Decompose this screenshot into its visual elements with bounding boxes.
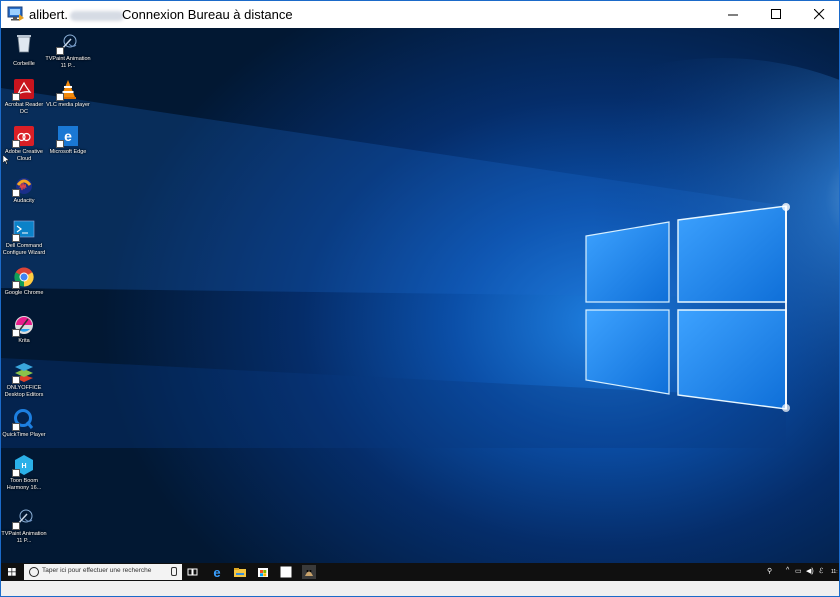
volume-icon[interactable]: ◀) bbox=[806, 567, 814, 575]
desktop-icon-quicktime[interactable]: QuickTime Player bbox=[1, 408, 47, 439]
shortcut-arrow-icon bbox=[12, 234, 20, 242]
shortcut-arrow-icon bbox=[12, 469, 20, 477]
desktop-icon-dell-command[interactable]: Dell Command Configure Wizard bbox=[1, 219, 47, 257]
maximize-button[interactable] bbox=[754, 1, 798, 28]
store-icon[interactable] bbox=[256, 565, 270, 579]
shortcut-arrow-icon bbox=[12, 376, 20, 384]
start-button[interactable] bbox=[1, 563, 23, 581]
window-title-host: alibert. bbox=[29, 7, 125, 22]
close-button[interactable] bbox=[797, 1, 839, 28]
redacted-hostname bbox=[70, 10, 125, 21]
desktop-icon-chrome[interactable]: Google Chrome bbox=[1, 266, 47, 297]
desktop-icon-toonboom[interactable]: H Toon Boom Harmony 16... bbox=[1, 454, 47, 492]
search-placeholder: Taper ici pour effectuer une recherche bbox=[42, 567, 152, 574]
minimize-button[interactable] bbox=[711, 1, 755, 28]
windows-start-icon bbox=[8, 568, 16, 576]
shortcut-arrow-icon bbox=[12, 189, 20, 197]
language-icon[interactable]: ℰ bbox=[819, 567, 823, 575]
minimize-icon bbox=[728, 14, 738, 16]
shortcut-arrow-icon bbox=[12, 93, 20, 101]
microphone-icon[interactable] bbox=[171, 567, 177, 576]
gimp-icon[interactable] bbox=[302, 565, 316, 579]
svg-text:e: e bbox=[64, 128, 72, 144]
desktop-icon-tvpaint[interactable]: TVPaint Animation 11 P... bbox=[45, 32, 91, 70]
close-icon bbox=[814, 9, 825, 20]
shortcut-arrow-icon bbox=[56, 140, 64, 148]
taskbar: Taper ici pour effectuer une recherche e… bbox=[1, 563, 839, 581]
desktop-icon-recycle-bin[interactable]: Corbeille bbox=[1, 32, 47, 68]
network-icon[interactable]: ▭ bbox=[795, 567, 802, 575]
blank-app-icon[interactable] bbox=[279, 565, 293, 579]
desktop-icon-vlc[interactable]: VLC media player bbox=[45, 78, 91, 109]
shortcut-arrow-icon bbox=[56, 93, 64, 101]
desktop-icon-acrobat[interactable]: Acrobat Reader DC bbox=[1, 78, 47, 116]
desktop-icon-tvpaint-2[interactable]: TVPaint Animation 11 P... bbox=[1, 507, 47, 545]
title-bar[interactable]: alibert. Connexion Bureau à distance bbox=[1, 1, 839, 28]
remote-desktop-window: alibert. Connexion Bureau à distance Cor… bbox=[0, 0, 840, 597]
desktop-icon-onlyoffice[interactable]: ONLYOFFICE Desktop Editors bbox=[1, 361, 47, 399]
shortcut-arrow-icon bbox=[12, 423, 20, 431]
shortcut-arrow-icon bbox=[12, 140, 20, 148]
horizontal-scrollbar[interactable] bbox=[1, 581, 839, 596]
desktop-icon-krita[interactable]: Krita bbox=[1, 314, 47, 345]
svg-text:e: e bbox=[213, 565, 220, 579]
desktop-icon-audacity[interactable]: Audacity bbox=[1, 174, 47, 205]
people-icon[interactable]: ⚲ bbox=[767, 567, 772, 575]
recycle-bin-icon bbox=[17, 35, 31, 53]
taskbar-search-box[interactable]: Taper ici pour effectuer une recherche bbox=[24, 564, 182, 580]
windows-logo-wallpaper bbox=[1, 58, 839, 458]
tray-chevron-up-icon[interactable]: ^ bbox=[786, 567, 789, 574]
desktop-icon-edge[interactable]: e Microsoft Edge bbox=[45, 125, 91, 156]
shortcut-arrow-icon bbox=[12, 329, 20, 337]
shortcut-arrow-icon bbox=[56, 47, 64, 55]
shortcut-arrow-icon bbox=[12, 522, 20, 530]
cortana-icon bbox=[29, 567, 39, 577]
task-view-icon[interactable] bbox=[186, 565, 200, 579]
edge-icon[interactable]: e bbox=[210, 565, 224, 579]
maximize-icon bbox=[771, 9, 781, 19]
mouse-cursor-icon bbox=[3, 155, 10, 165]
file-explorer-icon[interactable] bbox=[233, 565, 247, 579]
tray-clock[interactable]: 11: bbox=[831, 569, 838, 575]
window-title: Connexion Bureau à distance bbox=[122, 7, 293, 22]
shortcut-arrow-icon bbox=[12, 281, 20, 289]
remote-desktop-app-icon bbox=[7, 6, 24, 21]
remote-desktop[interactable]: Corbeille TVPaint Animation 11 P... Acro… bbox=[1, 28, 839, 563]
svg-text:H: H bbox=[21, 463, 26, 470]
